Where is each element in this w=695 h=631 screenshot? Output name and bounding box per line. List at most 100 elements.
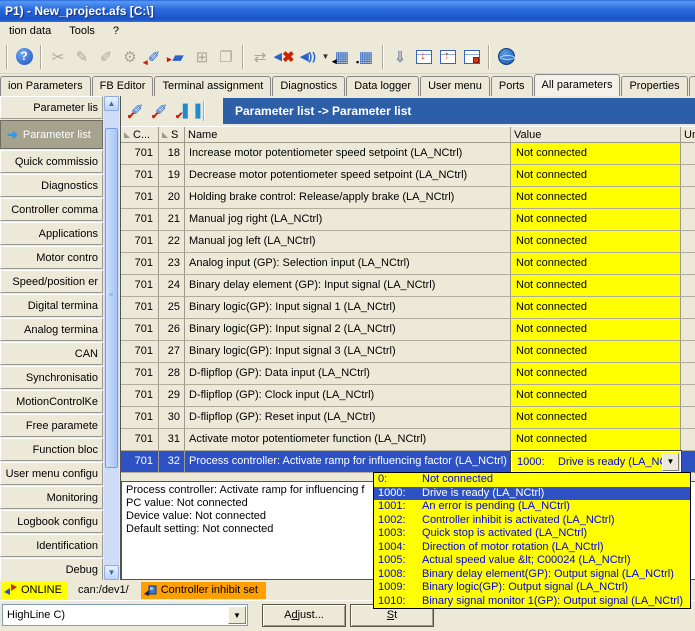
dropdown-option[interactable]: 1008: Binary delay element(GP): Output s… — [374, 568, 690, 582]
dropdown-option[interactable]: 1005: Actual speed value &lt; C00024 (LA… — [374, 554, 690, 568]
sidebar-item[interactable]: ➔ CAN — [0, 342, 103, 365]
table-row[interactable]: 701 18 Increase motor potentiometer spee… — [121, 143, 695, 165]
sidebar-item[interactable]: ➔ Monitoring — [0, 486, 103, 509]
sidebar-item[interactable]: ➔ Identification — [0, 534, 103, 557]
sidebar-item[interactable]: ➔ Analog termina — [0, 318, 103, 341]
chevron-down-icon: ▼ — [667, 457, 675, 466]
sidebar-item[interactable]: ➔ Controller comma — [0, 198, 103, 221]
table-row[interactable]: 701 20 Holding brake control: Release/ap… — [121, 187, 695, 209]
table-row[interactable]: 701 31 Activate motor potentiometer func… — [121, 429, 695, 451]
table-row[interactable]: 701 29 D-flipflop (GP): Clock input (LA_… — [121, 385, 695, 407]
table-row[interactable]: 701 24 Binary delay element (GP): Input … — [121, 275, 695, 297]
device-select[interactable]: HighLine C) ▼ — [2, 604, 248, 626]
sidebar-item[interactable]: ➔ Logbook configu — [0, 510, 103, 533]
sidebar-item[interactable]: ➔ Applications — [0, 222, 103, 245]
tab[interactable]: Data logger — [346, 76, 419, 96]
download-parameter-set-icon[interactable]: ↓ — [412, 45, 436, 69]
column-header-unit[interactable]: Un — [681, 127, 695, 142]
dropdown-option[interactable]: 0: Not connected — [374, 473, 690, 487]
insert-block-icon[interactable]: ▰▸ — [166, 45, 190, 69]
edit-pen-icon[interactable]: ✎ — [70, 45, 94, 69]
scrollbar-thumb[interactable]: ≡ — [105, 128, 118, 468]
controller-inhibit-badge: Controller inhibit set — [141, 582, 266, 599]
adjust-button[interactable]: Adjust... — [262, 604, 346, 627]
sidebar-item[interactable]: ➔ Free paramete — [0, 414, 103, 437]
tab[interactable]: Documentation — [689, 76, 695, 96]
online-options-caret-icon[interactable]: ▼ — [320, 45, 330, 69]
sidebar-item[interactable]: ➔ Parameter list — [0, 120, 103, 149]
sidebar-item[interactable]: ➔ MotionControlKe — [0, 390, 103, 413]
accept-changed-values-icon[interactable]: ❚❚✔ — [175, 101, 197, 121]
dropdown-option[interactable]: 1010: Binary signal monitor 1(GP): Outpu… — [374, 595, 690, 609]
table-row[interactable]: 701 27 Binary logic(GP): Input signal 3 … — [121, 341, 695, 363]
column-header-code[interactable]: C... — [121, 127, 159, 142]
transfer-icon[interactable]: ⇄ — [248, 45, 272, 69]
value-combobox[interactable]: 1000: Drive is ready (LA_NC ▼ — [511, 451, 681, 472]
tab[interactable]: ion Parameters — [0, 76, 91, 96]
stamp-icon[interactable]: ✐ — [94, 45, 118, 69]
table-row[interactable]: 701 26 Binary logic(GP): Input signal 2 … — [121, 319, 695, 341]
table-row[interactable]: 701 28 D-flipflop (GP): Data input (LA_N… — [121, 363, 695, 385]
upload-parameter-set-icon[interactable]: ↑ — [436, 45, 460, 69]
sidebar-item[interactable]: ➔ Parameter lis — [0, 96, 103, 119]
table-row-selected[interactable]: 701 32 Process controller: Activate ramp… — [121, 451, 695, 473]
wizard-icon[interactable]: ⚙ — [118, 45, 142, 69]
accept-all-values-icon[interactable]: ✐✔ — [151, 101, 173, 121]
tab[interactable]: User menu — [420, 76, 490, 96]
sidebar-item[interactable]: ➔ Function bloc — [0, 438, 103, 461]
accept-value-icon[interactable]: ✐✔ — [127, 101, 149, 121]
sidebar-item[interactable]: ➔ Quick commissio — [0, 150, 103, 173]
sidebar-item[interactable]: ➔ Speed/position er — [0, 270, 103, 293]
sidebar-item[interactable]: ➔ Motor contro — [0, 246, 103, 269]
sidebar-item[interactable]: ➔ Digital termina — [0, 294, 103, 317]
tab[interactable]: Ports — [491, 76, 533, 96]
tab[interactable]: FB Editor — [92, 76, 154, 96]
table-row[interactable]: 701 21 Manual jog right (LA_NCtrl) Not c… — [121, 209, 695, 231]
tab[interactable]: Diagnostics — [272, 76, 345, 96]
window-icon[interactable]: ❐ — [214, 45, 238, 69]
sidebar-item[interactable]: ➔ Debug — [0, 558, 103, 580]
sidebar-scrollbar[interactable]: ▲ ≡ ▼ — [104, 96, 119, 580]
write-parameters-icon[interactable]: ▦▪ — [354, 45, 378, 69]
column-header-value[interactable]: Value — [511, 127, 681, 142]
dropdown-option[interactable]: 1002: Controller inhibit is activated (L… — [374, 514, 690, 528]
sidebar-item[interactable]: ➔ Synchronisatio — [0, 366, 103, 389]
save-parameter-set-icon[interactable] — [460, 45, 484, 69]
menu-help[interactable]: ? — [104, 24, 128, 38]
menu-communication-data[interactable]: tion data — [0, 24, 60, 38]
table-row[interactable]: 701 30 D-flipflop (GP): Reset input (LA_… — [121, 407, 695, 429]
tab[interactable]: Properties — [621, 76, 687, 96]
table-row[interactable]: 701 23 Analog input (GP): Selection inpu… — [121, 253, 695, 275]
tab[interactable]: Terminal assignment — [154, 76, 271, 96]
read-parameters-icon[interactable]: ▦◂ — [330, 45, 354, 69]
table-row[interactable]: 701 25 Binary logic(GP): Input signal 1 … — [121, 297, 695, 319]
window-title: P1) - New_project.afs [C:\] — [5, 4, 154, 18]
scrollbar-down-icon[interactable]: ▼ — [104, 565, 119, 580]
dropdown-option[interactable]: 1004: Direction of motor rotation (LA_NC… — [374, 541, 690, 555]
toolbar-separator — [488, 45, 490, 69]
menu-tools[interactable]: Tools — [60, 24, 104, 38]
combobox-dropdown-button[interactable]: ▼ — [662, 453, 679, 471]
tab[interactable]: All parameters — [534, 74, 621, 96]
sidebar-item[interactable]: ➔ Diagnostics — [0, 174, 103, 197]
scrollbar-up-icon[interactable]: ▲ — [104, 96, 119, 111]
column-header-sub[interactable]: S — [159, 127, 185, 142]
insert-function-icon[interactable]: ✐◂ — [142, 45, 166, 69]
title-bar[interactable]: P1) - New_project.afs [C:\] — [0, 0, 695, 22]
dropdown-option[interactable]: 1000: Drive is ready (LA_NCtrl) — [374, 487, 690, 501]
go-online-icon[interactable]: ◀)) — [296, 45, 320, 69]
dropdown-option[interactable]: 1009: Binary logic(GP): Output signal (L… — [374, 581, 690, 595]
go-offline-icon[interactable]: ◀✖ — [272, 45, 296, 69]
dropdown-option[interactable]: 1003: Quick stop is activated (LA_NCtrl) — [374, 527, 690, 541]
dropdown-option[interactable]: 1001: An error is pending (LA_NCtrl) — [374, 500, 690, 514]
column-header-name[interactable]: Name — [185, 127, 511, 142]
help-icon[interactable]: ? — [12, 45, 36, 69]
cut-icon[interactable]: ✂ — [46, 45, 70, 69]
flowchart-icon[interactable]: ⊞ — [190, 45, 214, 69]
download-icon[interactable]: ⇓ — [388, 45, 412, 69]
globe-icon[interactable] — [494, 45, 518, 69]
table-row[interactable]: 701 19 Decrease motor potentiometer spee… — [121, 165, 695, 187]
device-select-dropdown-button[interactable]: ▼ — [228, 606, 246, 624]
table-row[interactable]: 701 22 Manual jog left (LA_NCtrl) Not co… — [121, 231, 695, 253]
sidebar-item[interactable]: ➔ User menu configu — [0, 462, 103, 485]
